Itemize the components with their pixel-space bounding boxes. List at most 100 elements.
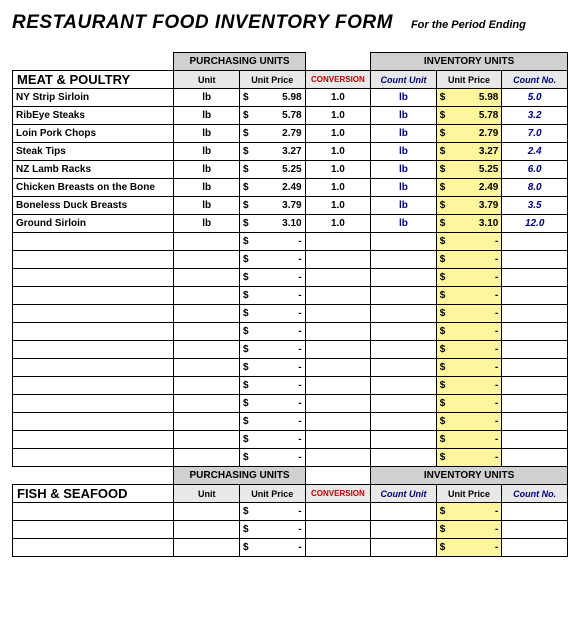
item-name: Boneless Duck Breasts [13, 197, 174, 215]
count-unit-cell [371, 287, 437, 305]
inventory-units-header: INVENTORY UNITS [371, 467, 568, 485]
table-row: $-$- [13, 305, 568, 323]
unit-cell [174, 269, 240, 287]
count-no-cell: 3.2 [502, 107, 568, 125]
count-unit-cell: lb [371, 125, 437, 143]
price-cell: $- [240, 287, 306, 305]
price-cell: $- [436, 233, 502, 251]
count-unit-cell [371, 251, 437, 269]
count-no-cell [502, 341, 568, 359]
count-no-cell [502, 395, 568, 413]
price-cell: $5.98 [240, 89, 306, 107]
item-name [13, 323, 174, 341]
price-cell: $- [240, 377, 306, 395]
form-title: RESTAURANT FOOD INVENTORY FORM [12, 12, 393, 34]
conversion-cell [305, 341, 371, 359]
count-no-cell [502, 287, 568, 305]
price-cell: $3.79 [240, 197, 306, 215]
count-unit-cell [371, 359, 437, 377]
item-name: NZ Lamb Racks [13, 161, 174, 179]
conversion-cell: 1.0 [305, 125, 371, 143]
purchasing-units-header: PURCHASING UNITS [174, 53, 305, 71]
item-name [13, 395, 174, 413]
item-name [13, 449, 174, 467]
price-cell: $- [240, 395, 306, 413]
count-unit-cell: lb [371, 215, 437, 233]
unit-cell: lb [174, 125, 240, 143]
spacer [305, 467, 371, 485]
conversion-cell [305, 449, 371, 467]
table-row: $-$- [13, 251, 568, 269]
unit-cell [174, 341, 240, 359]
conversion-cell: 1.0 [305, 215, 371, 233]
table-row: $-$- [13, 431, 568, 449]
item-name: Chicken Breasts on the Bone [13, 179, 174, 197]
count-no-cell [502, 413, 568, 431]
table-row: Ground Sirloinlb$3.101.0lb$3.1012.0 [13, 215, 568, 233]
count-unit-cell [371, 449, 437, 467]
unit-cell: lb [174, 161, 240, 179]
unit-cell: lb [174, 89, 240, 107]
count-unit-cell [371, 305, 437, 323]
count-no-cell [502, 539, 568, 557]
col-count-unit: Count Unit [371, 485, 437, 503]
price-cell: $3.27 [240, 143, 306, 161]
price-cell: $5.78 [436, 107, 502, 125]
conversion-cell [305, 251, 371, 269]
table-row: NZ Lamb Rackslb$5.251.0lb$5.256.0 [13, 161, 568, 179]
count-no-cell: 12.0 [502, 215, 568, 233]
unit-cell: lb [174, 179, 240, 197]
conversion-cell [305, 233, 371, 251]
conversion-cell: 1.0 [305, 161, 371, 179]
count-no-cell [502, 251, 568, 269]
price-cell: $2.79 [436, 125, 502, 143]
item-name [13, 377, 174, 395]
conversion-cell [305, 287, 371, 305]
item-name [13, 341, 174, 359]
table-row: Boneless Duck Breastslb$3.791.0lb$3.793.… [13, 197, 568, 215]
count-no-cell [502, 503, 568, 521]
col-count-no: Count No. [502, 71, 568, 89]
table-row: Loin Pork Chopslb$2.791.0lb$2.797.0 [13, 125, 568, 143]
price-cell: $- [436, 539, 502, 557]
conversion-cell [305, 521, 371, 539]
conversion-cell [305, 503, 371, 521]
price-cell: $3.79 [436, 197, 502, 215]
price-cell: $- [240, 503, 306, 521]
table-row: $-$- [13, 395, 568, 413]
count-no-cell [502, 269, 568, 287]
unit-cell [174, 323, 240, 341]
conversion-cell [305, 413, 371, 431]
count-unit-cell: lb [371, 197, 437, 215]
count-unit-cell [371, 413, 437, 431]
unit-cell [174, 305, 240, 323]
count-no-cell [502, 305, 568, 323]
table-row: $-$- [13, 359, 568, 377]
unit-cell [174, 251, 240, 269]
conversion-cell [305, 431, 371, 449]
price-cell: $- [240, 413, 306, 431]
count-unit-cell [371, 269, 437, 287]
count-unit-cell: lb [371, 161, 437, 179]
price-cell: $- [240, 233, 306, 251]
count-unit-cell [371, 503, 437, 521]
count-no-cell: 3.5 [502, 197, 568, 215]
price-cell: $3.10 [436, 215, 502, 233]
table-row: $-$- [13, 503, 568, 521]
unit-cell [174, 521, 240, 539]
item-name [13, 413, 174, 431]
item-name [13, 269, 174, 287]
price-cell: $- [436, 449, 502, 467]
col-count-no: Count No. [502, 485, 568, 503]
unit-cell [174, 503, 240, 521]
unit-cell [174, 395, 240, 413]
unit-cell: lb [174, 215, 240, 233]
price-cell: $2.79 [240, 125, 306, 143]
price-cell: $- [436, 521, 502, 539]
conversion-cell [305, 323, 371, 341]
price-cell: $5.78 [240, 107, 306, 125]
spacer [13, 53, 174, 71]
price-cell: $- [436, 251, 502, 269]
price-cell: $- [436, 359, 502, 377]
count-no-cell [502, 377, 568, 395]
